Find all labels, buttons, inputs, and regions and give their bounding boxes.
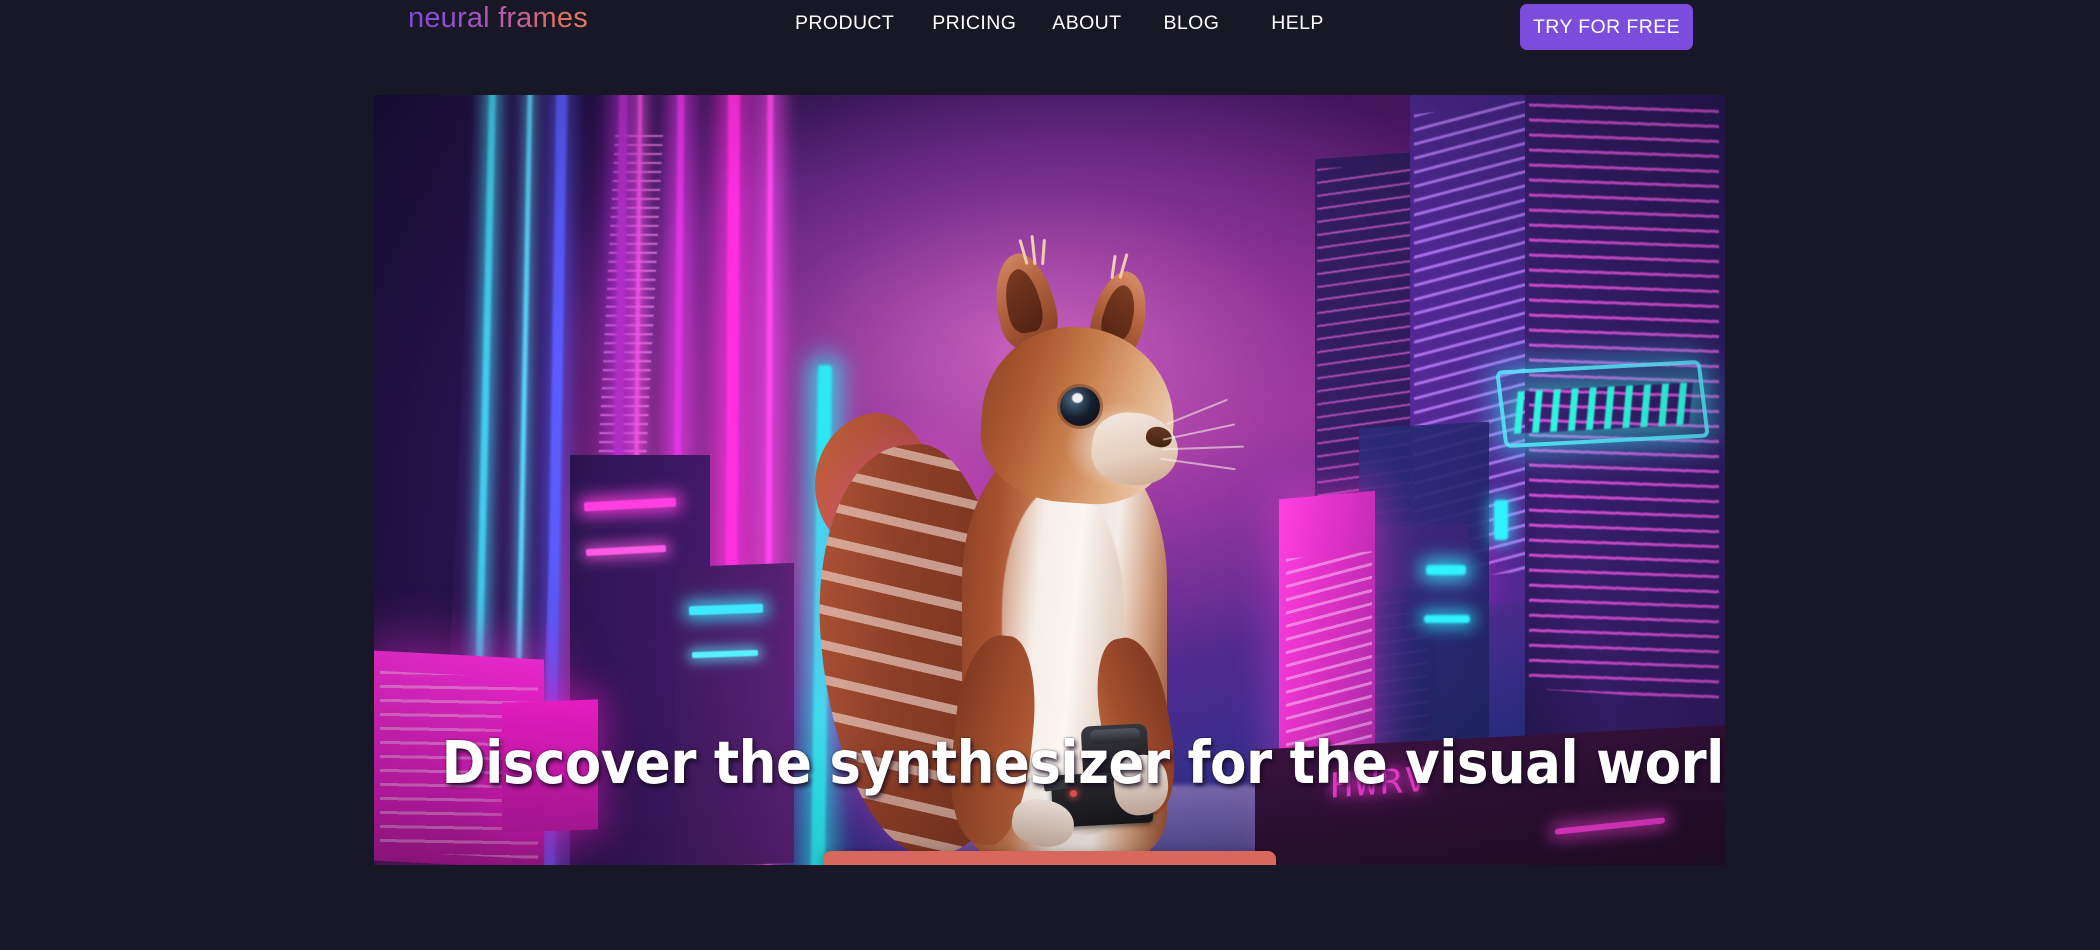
nav-item-about[interactable]: ABOUT [1052,12,1121,35]
brand-logo[interactable]: neural frames [408,2,588,35]
neon-accent-bar-right [1555,817,1665,835]
neon-glow-cyan-1 [1426,565,1466,575]
hero-cta-container: CREATE VIDEOS FROM TEXT NOW [374,851,1725,865]
main-nav: PRODUCT PRICING ABOUT BLOG HELP [795,12,1324,35]
squirrel-eye-glint [1072,393,1083,403]
try-for-free-button[interactable]: TRY FOR FREE [1520,4,1693,50]
nav-item-blog[interactable]: BLOG [1163,12,1219,35]
hero-headline: Discover the synthesizer for the visual … [441,728,1725,797]
hero-video-banner[interactable]: HWRV Discover the synthesizer for the vi… [374,95,1725,865]
squirrel-ear-tuft [1041,238,1046,266]
create-videos-from-text-button[interactable]: CREATE VIDEOS FROM TEXT NOW [822,851,1277,865]
nav-item-help[interactable]: HELP [1271,12,1324,35]
top-navbar: neural frames PRODUCT PRICING ABOUT BLOG… [0,0,2100,62]
nav-item-product[interactable]: PRODUCT [795,12,894,35]
nav-item-pricing[interactable]: PRICING [932,12,1016,35]
neon-glow-cyan-3 [1494,500,1508,540]
squirrel-whisker [1162,423,1236,441]
neon-glow-cyan-2 [1424,615,1470,623]
squirrel-whisker [1166,398,1228,426]
